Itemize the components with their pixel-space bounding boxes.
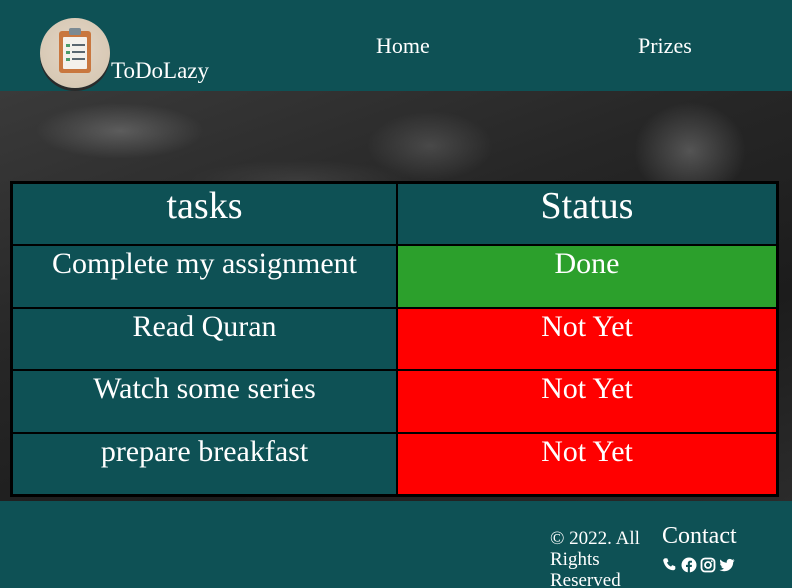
clipboard-icon bbox=[59, 28, 91, 73]
nav-link-home[interactable]: Home bbox=[376, 33, 430, 59]
header-tasks: tasks bbox=[13, 184, 396, 245]
tasks-table: tasks Status Complete my assignment Done… bbox=[10, 181, 779, 497]
status-cell-not-yet: Not Yet bbox=[398, 371, 776, 432]
task-cell: Watch some series bbox=[13, 371, 396, 432]
facebook-icon[interactable] bbox=[681, 557, 697, 573]
status-cell-done: Done bbox=[398, 246, 776, 307]
nav-link-prizes[interactable]: Prizes bbox=[638, 33, 692, 59]
brand-name[interactable]: ToDoLazy bbox=[111, 58, 209, 84]
header-status: Status bbox=[398, 184, 776, 245]
task-cell: Complete my assignment bbox=[13, 246, 396, 307]
logo-clipboard-icon[interactable] bbox=[40, 18, 110, 88]
task-cell: Read Quran bbox=[13, 308, 396, 370]
site-footer: © 2022. All Rights Reserved Contact bbox=[0, 501, 792, 588]
contact-icons bbox=[662, 557, 735, 573]
contact-heading: Contact bbox=[662, 523, 737, 549]
instagram-icon[interactable] bbox=[700, 557, 716, 573]
status-cell-not-yet: Not Yet bbox=[398, 308, 776, 370]
phone-icon[interactable] bbox=[662, 557, 678, 573]
site-header: ToDoLazy Home Prizes bbox=[0, 0, 792, 91]
status-cell-not-yet: Not Yet bbox=[398, 433, 776, 494]
copyright-text: © 2022. All Rights Reserved bbox=[550, 528, 640, 588]
twitter-icon[interactable] bbox=[719, 557, 735, 573]
task-cell: prepare breakfast bbox=[13, 433, 396, 494]
